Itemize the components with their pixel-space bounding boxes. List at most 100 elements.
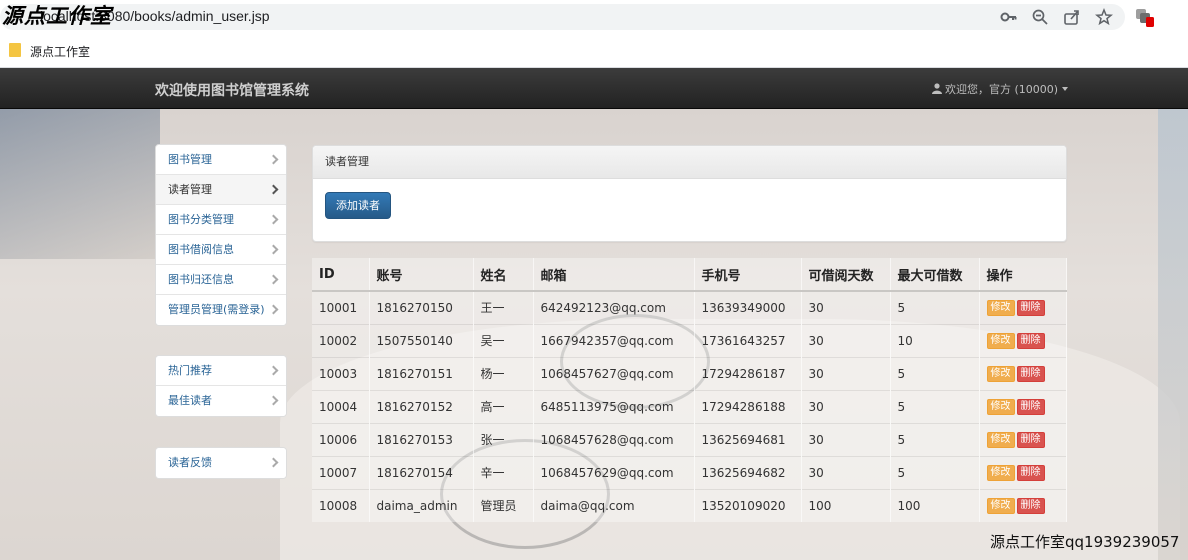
sidebar-group-main: 图书管理 读者管理 图书分类管理 图书借阅信息 图书归还信息 管理员管理(需登录… <box>155 144 287 326</box>
extension-icon[interactable] <box>1136 9 1154 27</box>
table-row: 10007 1816270154 辛一 1068457629@qq.com 136256… <box>312 455 1067 489</box>
chevron-right-icon <box>268 244 279 255</box>
bookmarks-bar: 源点工作室 <box>0 34 1188 68</box>
edit-button[interactable]: 修改 <box>986 365 1015 382</box>
cell-name: 张一 <box>473 422 534 456</box>
cell-name: 杨一 <box>473 356 534 390</box>
sidebar-item-reader-management[interactable]: 读者管理 <box>156 175 286 205</box>
cell-id: 10004 <box>312 389 370 423</box>
edit-button[interactable]: 修改 <box>986 464 1015 481</box>
edit-button[interactable]: 修改 <box>986 497 1015 514</box>
cell-id: 10001 <box>312 290 370 324</box>
chevron-right-icon <box>268 365 279 376</box>
navbar-brand[interactable]: 欢迎使用图书馆管理系统 <box>155 80 309 100</box>
sidebar-item-feedback[interactable]: 读者反馈 <box>156 448 286 478</box>
cell-phone: 13639349000 <box>694 290 802 324</box>
cell-account: 1816270154 <box>369 455 474 489</box>
watermark-top: 源点工作室 <box>2 3 112 28</box>
background-edge <box>1158 109 1188 560</box>
cell-borrow-days: 30 <box>801 389 891 423</box>
sidebar-item-best-readers[interactable]: 最佳读者 <box>156 386 286 416</box>
cell-name: 管理员 <box>473 488 534 522</box>
share-icon[interactable] <box>1063 8 1081 26</box>
cell-name: 辛一 <box>473 455 534 489</box>
key-icon[interactable] <box>1000 8 1018 26</box>
user-icon <box>932 83 942 94</box>
chevron-right-icon <box>268 395 279 406</box>
cell-actions: 修改 删除 <box>979 290 1067 324</box>
cell-max-borrow: 5 <box>890 290 980 324</box>
cell-email: 1068457627@qq.com <box>533 356 695 390</box>
top-navbar: 欢迎使用图书馆管理系统 欢迎您，官方 (10000) <box>0 68 1188 109</box>
cell-email: 642492123@qq.com <box>533 290 695 324</box>
sidebar-item-label: 最佳读者 <box>168 394 212 407</box>
cell-actions: 修改 删除 <box>979 422 1067 456</box>
delete-button[interactable]: 删除 <box>1016 365 1045 382</box>
table-row: 10004 1816270152 高一 6485113975@qq.com 172942… <box>312 389 1067 423</box>
chevron-right-icon <box>268 457 279 468</box>
cell-max-borrow: 5 <box>890 455 980 489</box>
delete-button[interactable]: 删除 <box>1016 464 1045 481</box>
reader-table: ID 账号 姓名 邮箱 手机号 可借阅天数 最大可借数 操作 10001 1816… <box>312 258 1067 522</box>
delete-button[interactable]: 删除 <box>1016 398 1045 415</box>
sidebar-item-label: 图书借阅信息 <box>168 243 234 256</box>
browser-address-bar: localhost:8080/books/admin_user.jsp 源点工作… <box>0 0 1188 34</box>
cell-id: 10008 <box>312 488 370 522</box>
col-header-account: 账号 <box>369 258 474 292</box>
chevron-right-icon <box>268 154 279 165</box>
col-header-phone: 手机号 <box>694 258 802 292</box>
caret-down-icon <box>1062 87 1069 91</box>
col-header-max-borrow: 最大可借数 <box>890 258 980 292</box>
delete-button[interactable]: 删除 <box>1016 332 1045 349</box>
cell-name: 王一 <box>473 290 534 324</box>
col-header-actions: 操作 <box>979 258 1067 292</box>
cell-phone: 17294286187 <box>694 356 802 390</box>
table-row: 10006 1816270153 张一 1068457628@qq.com 136256… <box>312 422 1067 456</box>
cell-borrow-days: 30 <box>801 455 891 489</box>
cell-phone: 17294286188 <box>694 389 802 423</box>
cell-borrow-days: 100 <box>801 488 891 522</box>
cell-borrow-days: 30 <box>801 422 891 456</box>
cell-account: 1816270152 <box>369 389 474 423</box>
reader-panel: 读者管理 添加读者 <box>312 145 1067 242</box>
cell-actions: 修改 删除 <box>979 488 1067 522</box>
edit-button[interactable]: 修改 <box>986 299 1015 316</box>
sidebar-item-admin-management[interactable]: 管理员管理(需登录) <box>156 295 286 325</box>
sidebar-item-label: 读者管理 <box>168 183 212 196</box>
sidebar-item-borrow-info[interactable]: 图书借阅信息 <box>156 235 286 265</box>
table-row: 10008 daima_admin 管理员 daima@qq.com 135201090… <box>312 488 1067 522</box>
cell-max-borrow: 5 <box>890 356 980 390</box>
sidebar-item-label: 热门推荐 <box>168 364 212 377</box>
sidebar-group-recommend: 热门推荐 最佳读者 <box>155 355 287 417</box>
chevron-right-icon <box>268 214 279 225</box>
sidebar-group-feedback: 读者反馈 <box>155 447 287 479</box>
edit-button[interactable]: 修改 <box>986 332 1015 349</box>
bookmark-star-icon[interactable] <box>1095 8 1113 26</box>
bookmark-item[interactable]: 源点工作室 <box>30 43 90 60</box>
sidebar-item-book-management[interactable]: 图书管理 <box>156 145 286 175</box>
col-header-name: 姓名 <box>473 258 534 292</box>
delete-button[interactable]: 删除 <box>1016 299 1045 316</box>
cell-account: 1816270151 <box>369 356 474 390</box>
table-header-row: ID 账号 姓名 邮箱 手机号 可借阅天数 最大可借数 操作 <box>312 258 1067 292</box>
cell-actions: 修改 删除 <box>979 455 1067 489</box>
sidebar-item-category-management[interactable]: 图书分类管理 <box>156 205 286 235</box>
sidebar-item-return-info[interactable]: 图书归还信息 <box>156 265 286 295</box>
user-dropdown[interactable]: 欢迎您，官方 (10000) <box>932 81 1069 97</box>
cell-id: 10003 <box>312 356 370 390</box>
sidebar-item-hot[interactable]: 热门推荐 <box>156 356 286 386</box>
edit-button[interactable]: 修改 <box>986 431 1015 448</box>
cell-email: 6485113975@qq.com <box>533 389 695 423</box>
edit-button[interactable]: 修改 <box>986 398 1015 415</box>
cell-actions: 修改 删除 <box>979 389 1067 423</box>
panel-title: 读者管理 <box>313 146 1066 179</box>
cell-id: 10002 <box>312 323 370 357</box>
delete-button[interactable]: 删除 <box>1016 431 1045 448</box>
col-header-borrow-days: 可借阅天数 <box>801 258 891 292</box>
zoom-icon[interactable] <box>1031 8 1049 26</box>
sidebar-item-label: 图书分类管理 <box>168 213 234 226</box>
delete-button[interactable]: 删除 <box>1016 497 1045 514</box>
cell-account: 1816270153 <box>369 422 474 456</box>
cell-phone: 17361643257 <box>694 323 802 357</box>
add-reader-button[interactable]: 添加读者 <box>325 192 391 219</box>
